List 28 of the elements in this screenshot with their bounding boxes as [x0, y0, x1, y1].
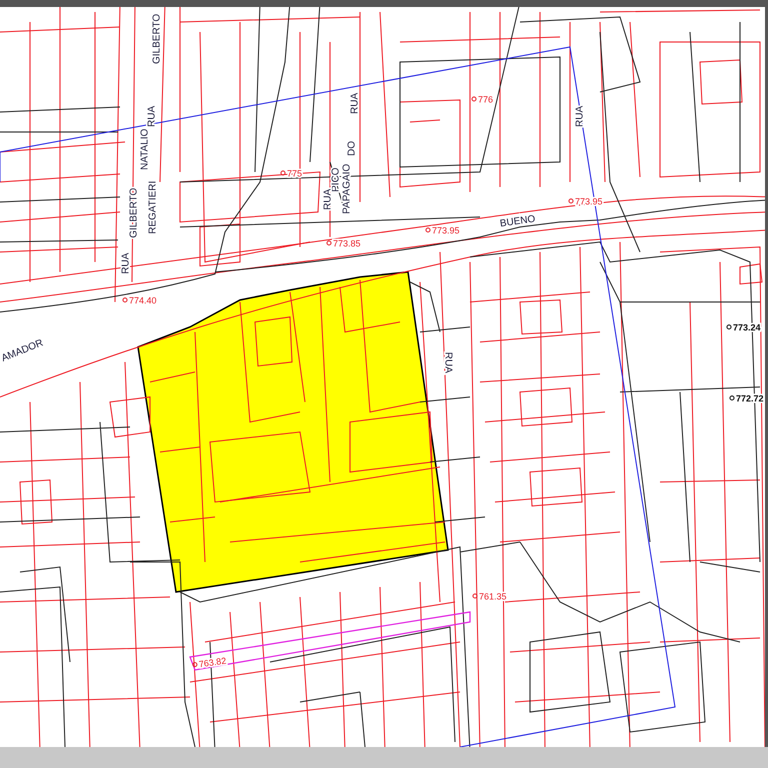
street-label: DO [346, 141, 358, 156]
survey-point-icon [730, 396, 734, 400]
survey-point-icon [280, 170, 286, 176]
street-label: REGATIERI [148, 180, 159, 234]
elevation-label: 774.40 [129, 295, 157, 306]
street-label: PICO [330, 168, 342, 192]
elevation-label: 773.85 [333, 238, 361, 248]
street-label: RUA [146, 106, 158, 127]
street-label: RUA [350, 92, 361, 114]
street-label: RUA [574, 106, 586, 127]
elevation-label: 763.82 [198, 656, 227, 670]
survey-point-icon [192, 662, 198, 668]
survey-point-icon [326, 240, 332, 246]
street-label: GILBERTO [152, 14, 163, 64]
street-label: RUA [442, 352, 454, 374]
survey-point-icon [426, 228, 430, 232]
street-label: RUA [120, 252, 132, 274]
survey-point-icon [122, 298, 128, 302]
survey-point-icon [472, 96, 476, 102]
survey-point-icon [726, 324, 732, 330]
elevation-label: 776 [478, 94, 494, 104]
street-label: BUENO [499, 214, 536, 230]
survey-point-icon [472, 594, 478, 598]
survey-point-icon [568, 198, 574, 204]
street-label: PAPAGAIO [342, 164, 353, 214]
street-label: GILBERTO [128, 188, 140, 238]
street-label: NATALIO [140, 128, 151, 170]
elevation-label: 773.95 [432, 225, 460, 236]
